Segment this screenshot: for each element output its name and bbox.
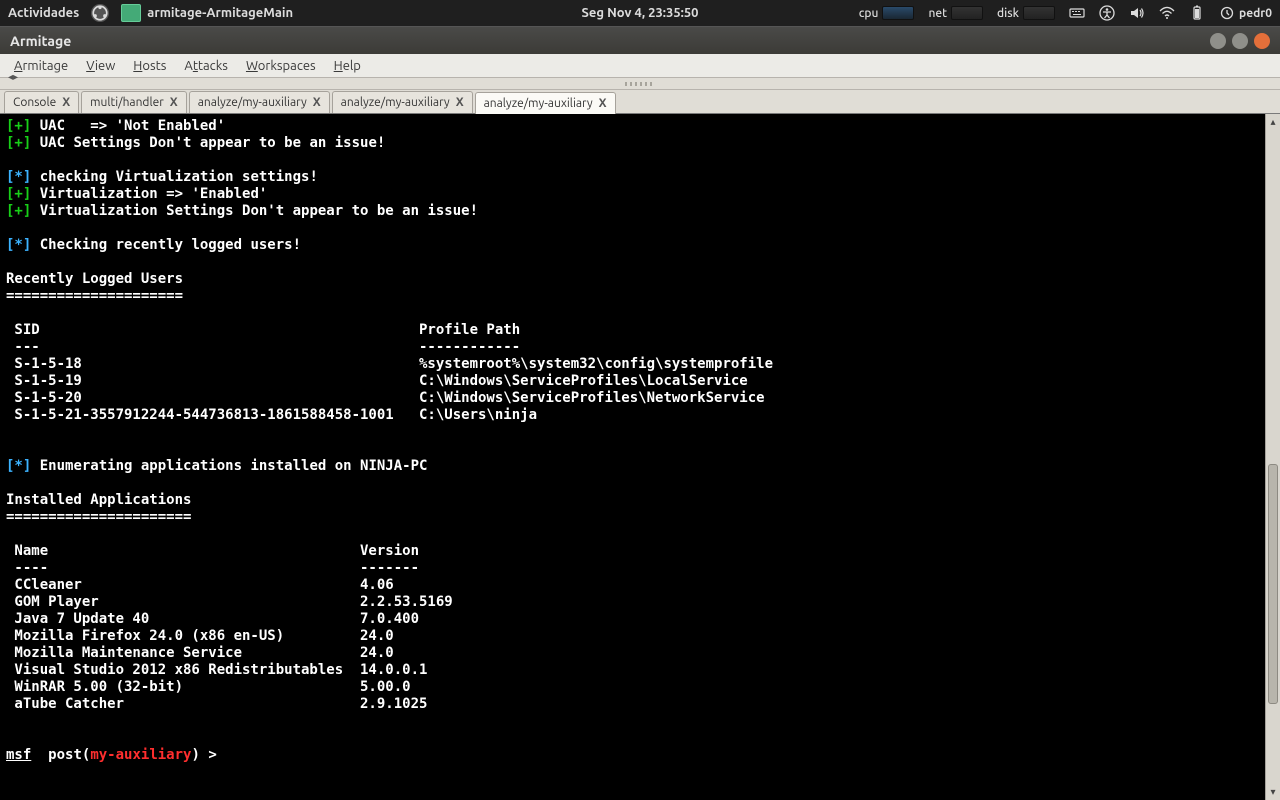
tab-label: multi/handler: [90, 96, 164, 109]
terminal-output[interactable]: [+] UAC => 'Not Enabled' [+] UAC Setting…: [0, 114, 1265, 800]
window-minimize-button[interactable]: [1210, 33, 1226, 49]
tab-close-icon[interactable]: X: [456, 96, 464, 109]
tab-close-icon[interactable]: X: [313, 96, 321, 109]
window-title: Armitage: [10, 33, 71, 49]
tab-label: analyze/my-auxiliary: [484, 97, 593, 110]
scroll-up-button[interactable]: ▴: [1266, 114, 1280, 130]
clock[interactable]: Seg Nov 4, 23:35:50: [581, 6, 698, 20]
tab-strip: Console Xmulti/handler Xanalyze/my-auxilia…: [0, 90, 1280, 114]
accessibility-icon[interactable]: [1099, 5, 1115, 21]
tab-label: analyze/my-auxiliary: [341, 96, 450, 109]
tab-close-icon[interactable]: X: [599, 97, 607, 110]
tab-close-icon[interactable]: X: [170, 96, 178, 109]
desktop-top-bar: Actividades armitage-ArmitageMain Seg No…: [0, 0, 1280, 26]
window-title-bar[interactable]: Armitage: [0, 26, 1280, 54]
menu-workspaces[interactable]: Workspaces: [238, 57, 324, 75]
taskbar-app-entry[interactable]: armitage-ArmitageMain: [121, 4, 293, 22]
user-icon: [1219, 5, 1235, 21]
tab-3[interactable]: analyze/my-auxiliary X: [332, 91, 473, 113]
tab-label: analyze/my-auxiliary: [198, 96, 307, 109]
disk-label: disk: [997, 7, 1019, 20]
window-maximize-button[interactable]: [1232, 33, 1248, 49]
menu-attacks[interactable]: Attacks: [176, 57, 236, 75]
vertical-scrollbar[interactable]: ▴ ▾: [1265, 114, 1280, 800]
tab-label: Console: [13, 96, 56, 109]
task-title: armitage-ArmitageMain: [147, 6, 293, 20]
tab-close-icon[interactable]: X: [62, 96, 70, 109]
window-close-button[interactable]: [1254, 33, 1270, 49]
battery-icon[interactable]: [1189, 5, 1205, 21]
split-pane-grip[interactable]: ◂▸: [0, 78, 1280, 90]
tab-1[interactable]: multi/handler X: [81, 91, 187, 113]
tab-0[interactable]: Console X: [4, 91, 79, 113]
tab-4[interactable]: analyze/my-auxiliary X: [475, 92, 616, 114]
splitter-chevron-icon: ◂▸: [8, 71, 18, 83]
cpu-label: cpu: [859, 7, 879, 20]
task-thumbnail-icon: [121, 4, 141, 22]
menu-hosts[interactable]: Hosts: [125, 57, 174, 75]
menu-help[interactable]: Help: [326, 57, 369, 75]
splitter-handle-icon: [625, 82, 655, 86]
user-menu[interactable]: pedr0: [1219, 5, 1272, 21]
net-label: net: [928, 7, 947, 20]
menu-bar: Armitage View Hosts Attacks Workspaces H…: [0, 54, 1280, 78]
cpu-graph-icon: [882, 6, 914, 20]
menu-view[interactable]: View: [78, 57, 123, 75]
tab-2[interactable]: analyze/my-auxiliary X: [189, 91, 330, 113]
net-indicator[interactable]: net: [928, 6, 983, 20]
terminal-panel: [+] UAC => 'Not Enabled' [+] UAC Setting…: [0, 114, 1280, 800]
net-graph-icon: [951, 6, 983, 20]
app-menu-icon[interactable]: [91, 4, 109, 22]
disk-graph-icon: [1023, 6, 1055, 20]
disk-indicator[interactable]: disk: [997, 6, 1055, 20]
volume-icon[interactable]: [1129, 5, 1145, 21]
keyboard-indicator-icon[interactable]: [1069, 5, 1085, 21]
scroll-thumb[interactable]: [1268, 464, 1278, 704]
scroll-down-button[interactable]: ▾: [1266, 784, 1280, 800]
username: pedr0: [1239, 7, 1272, 20]
cpu-indicator[interactable]: cpu: [859, 6, 915, 20]
activities-button[interactable]: Actividades: [8, 6, 79, 20]
wifi-icon[interactable]: [1159, 5, 1175, 21]
